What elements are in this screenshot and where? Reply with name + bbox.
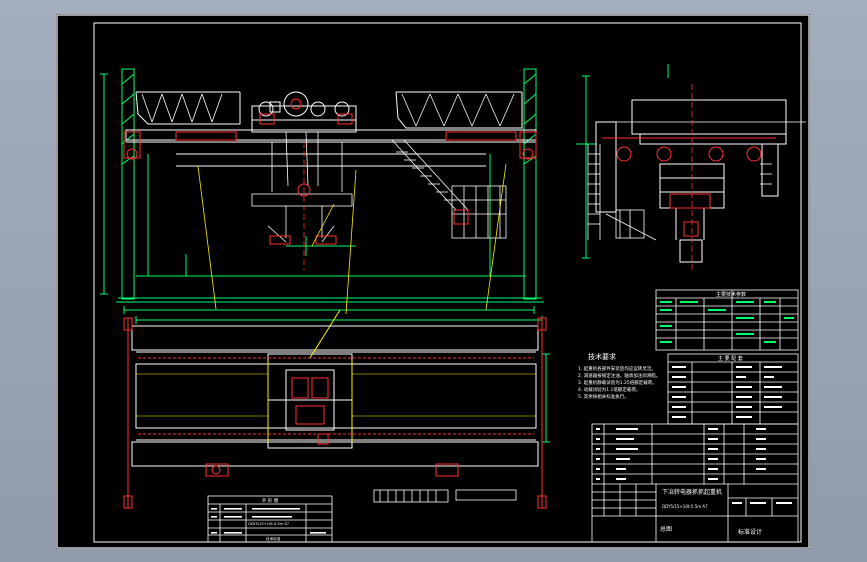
tech-req-title: 技术要求 xyxy=(588,352,616,361)
crane-drawing: 技术要求 1. 起重机各部件安装后均应运转灵活。 2. 减速器按规定注油，轴承加… xyxy=(56,14,810,549)
drawing-title: 下冶转电器抓抓起重机 xyxy=(662,488,722,496)
spec-table-title: 主 要 配 套 xyxy=(718,355,743,362)
side-elevation-view xyxy=(576,64,806,270)
tech-req-line-5: 5. 其余按相关标准执行。 xyxy=(578,393,629,400)
parameter-table xyxy=(655,289,799,351)
outer-border xyxy=(56,14,810,549)
tech-requirements: 技术要求 1. 起重机各部件安装后均应运转灵活。 2. 减速器按规定注油，轴承加… xyxy=(578,352,660,400)
drawing-sheet: 技术要求 1. 起重机各部件安装后均应运转灵活。 2. 减速器按规定注油，轴承加… xyxy=(56,14,810,549)
params-table-title: 主要技术参数 xyxy=(716,291,746,298)
tech-req-line-4: 4. 动载试验为1.1倍额定载荷。 xyxy=(578,386,640,393)
tech-req-line-2: 2. 减速器按规定注油，轴承加注润滑脂。 xyxy=(578,372,660,379)
plan-view xyxy=(123,309,550,509)
spec-table xyxy=(667,353,799,425)
front-elevation-view xyxy=(100,68,544,315)
tech-req-line-3: 3. 起重机静载试验为1.25倍额定载荷。 xyxy=(578,379,657,386)
left-table-title: 外 形 图 xyxy=(262,497,279,504)
left-table-note: QDY5/15+10t-5.5m A7 xyxy=(248,522,289,526)
tech-req-line-1: 1. 起重机各部件安装后均应运转灵活。 xyxy=(578,365,656,372)
drawing-name: 总图 xyxy=(660,525,672,533)
drawing-model: QDY5/15+10t-5.5m A7 xyxy=(662,504,708,509)
design-label: 标准设计 xyxy=(738,528,762,536)
cad-viewport[interactable]: 技术要求 1. 起重机各部件安装后均应运转灵活。 2. 减速器按规定注油，轴承加… xyxy=(0,0,867,562)
bom-table xyxy=(591,423,799,543)
left-table-footer: 技术标准 xyxy=(266,536,281,541)
